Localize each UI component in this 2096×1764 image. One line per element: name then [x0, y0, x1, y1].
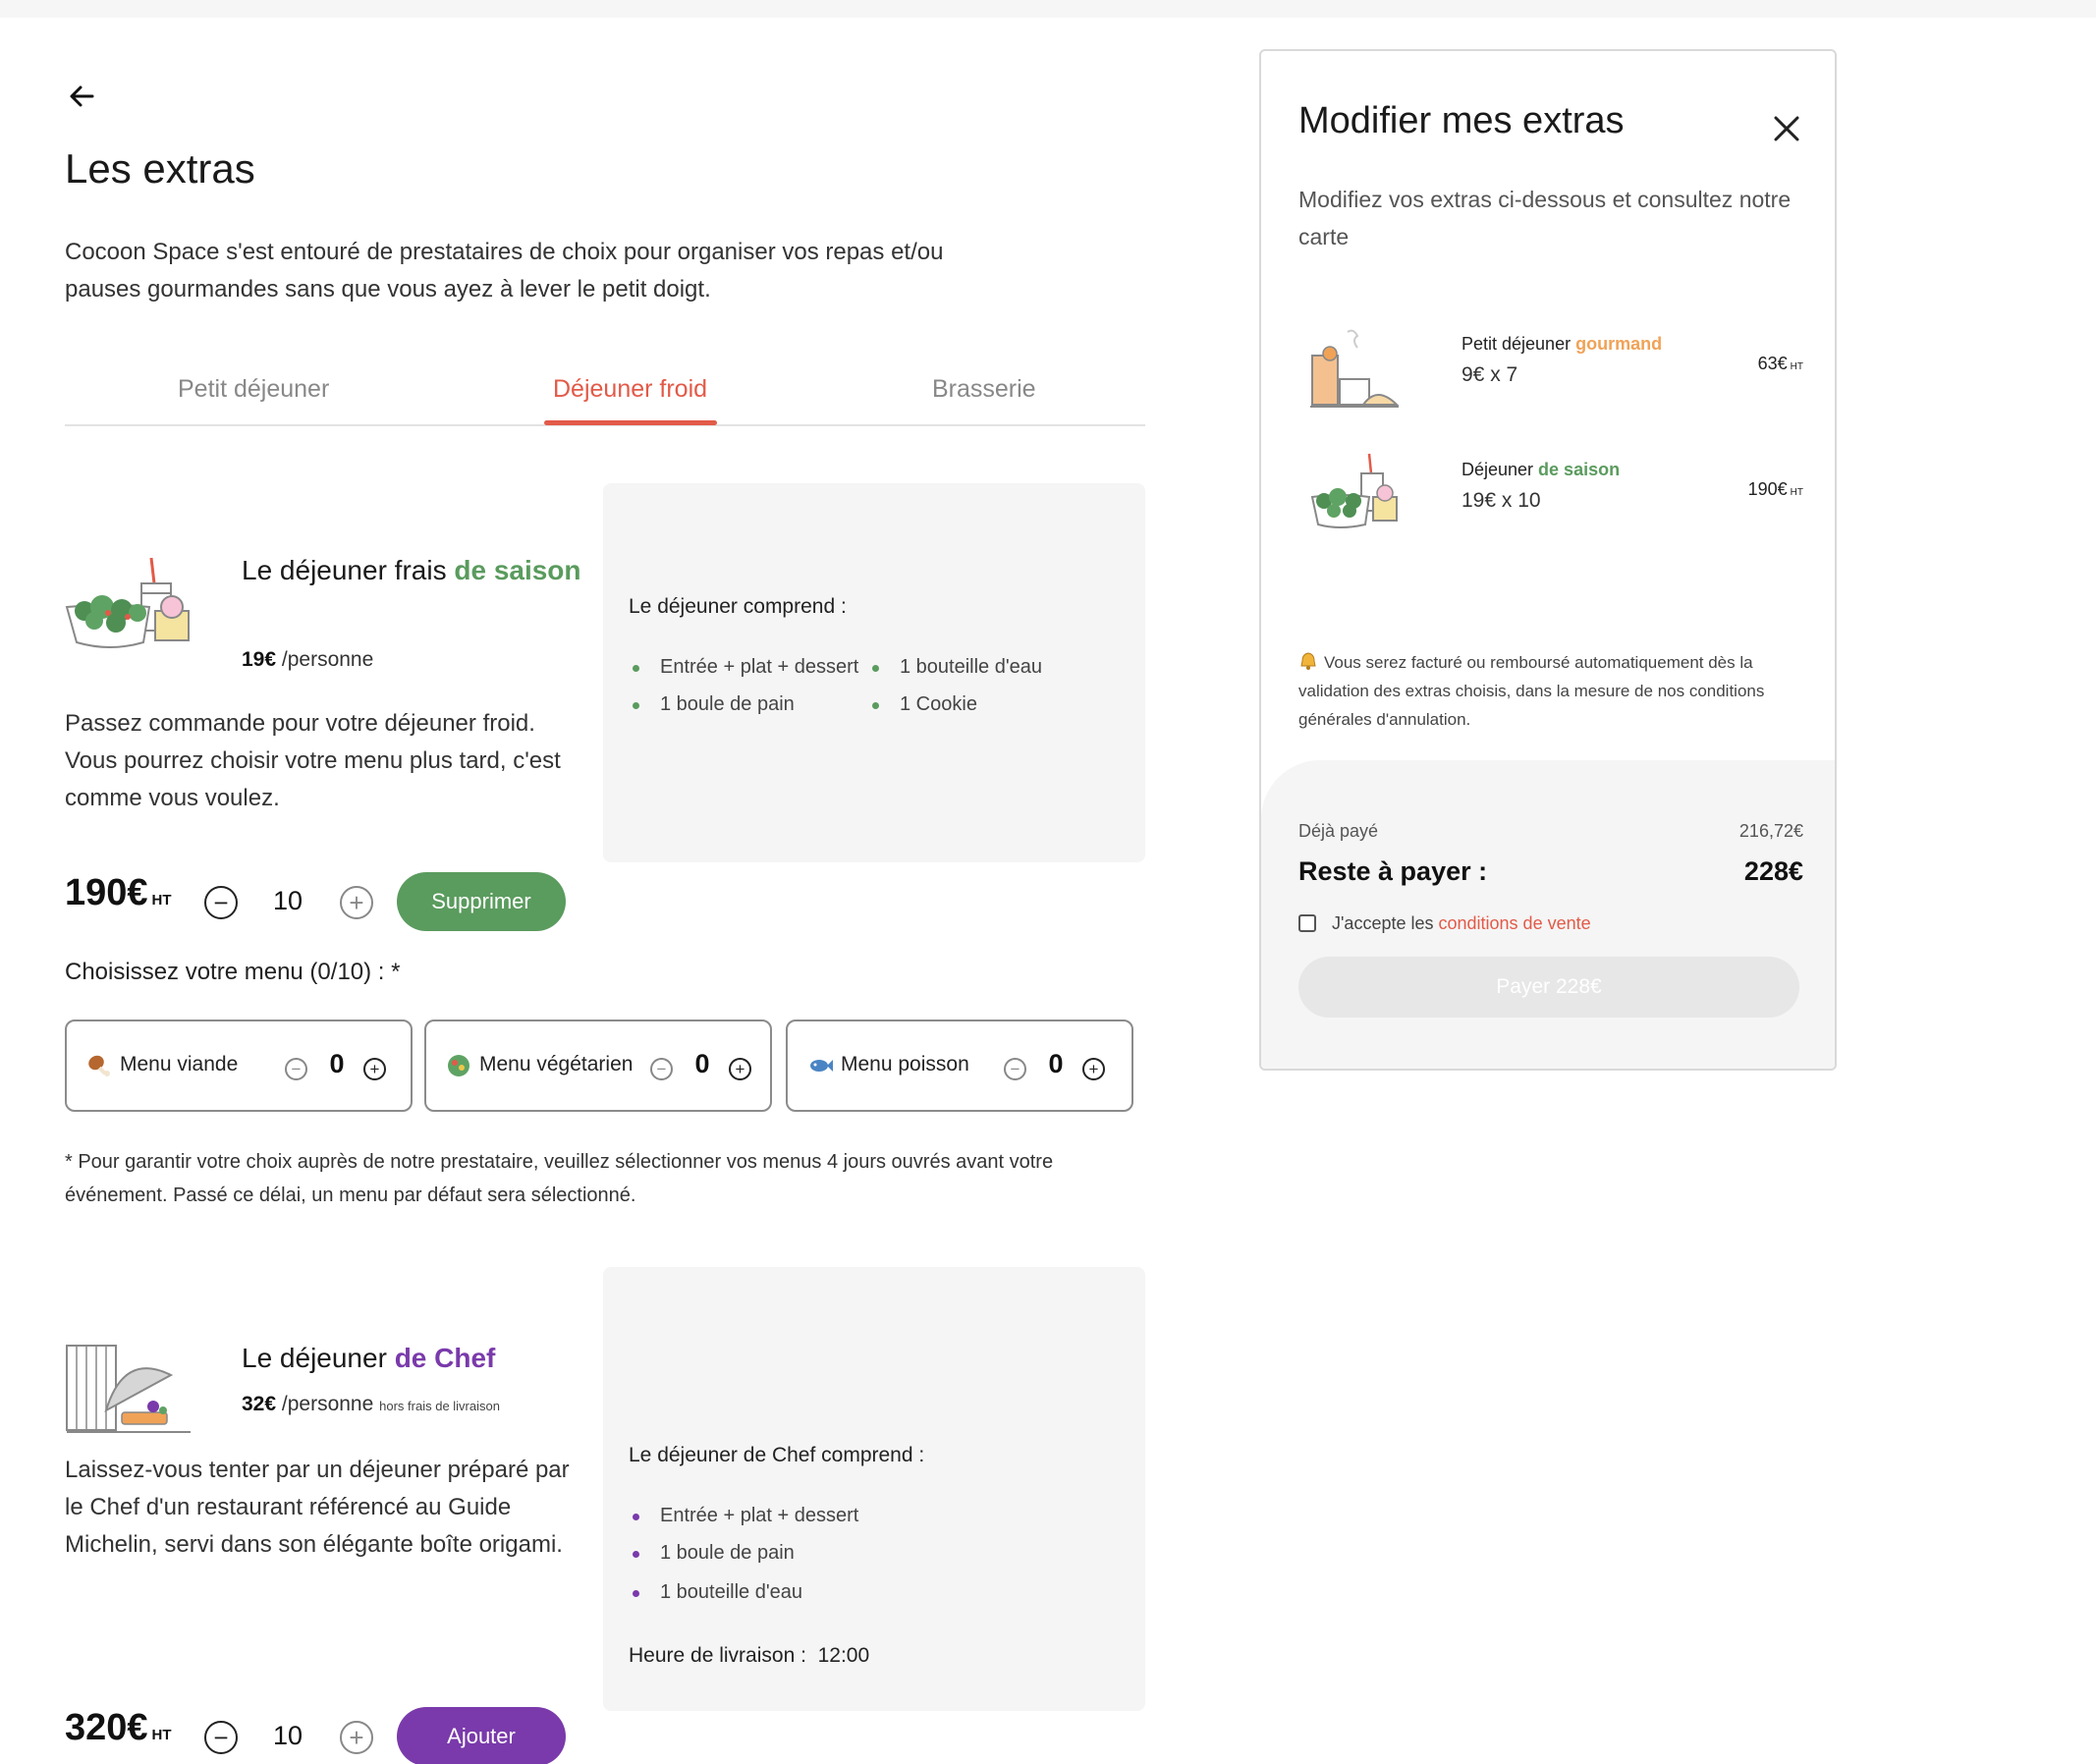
cart-item-quantity: 19€ x 10: [1462, 489, 1541, 512]
includes-list: Entrée + plat + dessert 1 boule de pain …: [629, 1505, 1120, 1623]
menu-option-label: Menu poisson: [841, 1053, 969, 1075]
quantity-row: 320€ HT − 10 + Ajouter: [65, 1703, 595, 1764]
total-price: 190€ HT: [65, 872, 172, 913]
panel-title: Modifier mes extras: [1298, 100, 1625, 141]
fish-icon: [810, 1060, 833, 1072]
product-unit-price: 19€ /personne: [242, 648, 374, 671]
includes-title: Le déjeuner de Chef comprend :: [629, 1444, 925, 1466]
increase-menu-button[interactable]: +: [1082, 1058, 1105, 1080]
product-unit-price: 32€ /personne hors frais de livraison: [242, 1393, 500, 1415]
category-tabs: Petit déjeuner Déjeuner froid Brasserie: [65, 363, 1145, 426]
breakfast-thumbnail: [1310, 329, 1400, 408]
list-item: 1 bouteille d'eau: [868, 656, 1042, 679]
list-item: 1 Cookie: [868, 693, 977, 716]
list-item: Entrée + plat + dessert: [629, 656, 858, 679]
salad-thumbnail: [1310, 453, 1398, 528]
cart-item-name: Déjeuner de saison: [1462, 460, 1621, 479]
already-paid-row: Déjà payé 216,72€: [1298, 821, 1803, 841]
accept-terms-checkbox[interactable]: [1298, 914, 1316, 932]
panel-subtitle: Modifiez vos extras ci-dessous et consul…: [1298, 187, 1792, 249]
decrease-menu-button[interactable]: −: [285, 1058, 307, 1080]
cart-item-petit-dejeuner: Petit déjeuner gourmand 9€ x 7 63€ HT: [1298, 318, 1803, 416]
product-card-chef: Le déjeuner de Chef 32€ /personne hors f…: [65, 1263, 595, 1764]
add-button[interactable]: Ajouter: [397, 1707, 566, 1764]
quantity-value: 10: [272, 886, 303, 915]
list-item: 1 boule de pain: [629, 1542, 795, 1565]
accept-terms: J'accepte les conditions de vente: [1298, 913, 1591, 934]
chef-cloche-illustration: [66, 1345, 191, 1433]
payment-section: Déjà payé 216,72€ Reste à payer :228€ J'a…: [1261, 760, 1835, 1069]
product-title: Le déjeuner frais de saison: [242, 555, 581, 585]
decrease-quantity-button[interactable]: −: [204, 886, 238, 919]
modify-extras-panel: Modifier mes extras Modifiez vos extras …: [1259, 49, 1837, 1071]
cart-item-price: 63€ HT: [1757, 354, 1803, 373]
chef-includes-box: Le déjeuner de Chef comprend : Entrée + …: [603, 1267, 1145, 1711]
menu-option-poisson: Menu poisson − 0 +: [786, 1020, 1133, 1112]
menu-count: 0: [1048, 1049, 1064, 1078]
close-icon[interactable]: [1770, 112, 1803, 145]
remove-button[interactable]: Supprimer: [397, 872, 566, 931]
includes-title: Le déjeuner comprend :: [629, 595, 847, 618]
menu-choice-label: Choisissez votre menu (0/10) : *: [65, 959, 401, 985]
delivery-time: Heure de livraison : 12:00: [629, 1644, 870, 1667]
back-arrow-icon[interactable]: [65, 79, 100, 114]
pay-button[interactable]: Payer 228€: [1298, 957, 1799, 1018]
menu-option-label: Menu végétarien: [479, 1053, 634, 1075]
cart-item-price: 190€ HT: [1747, 479, 1803, 499]
product-description: Laissez-vous tenter par un déjeuner prép…: [65, 1457, 570, 1558]
decrease-menu-button[interactable]: −: [650, 1058, 673, 1080]
bell-icon: [1300, 652, 1316, 670]
remaining-row: Reste à payer :228€: [1298, 856, 1803, 886]
billing-notice: Vous serez facturé ou remboursé automati…: [1298, 652, 1765, 729]
increase-menu-button[interactable]: +: [363, 1058, 386, 1080]
increase-menu-button[interactable]: +: [729, 1058, 751, 1080]
includes-box: Le déjeuner comprend : Entrée + plat + d…: [603, 483, 1145, 862]
salad-icon: [448, 1055, 469, 1076]
menu-option-viande: Menu viande − 0 +: [65, 1020, 413, 1112]
product-card-frais: Le déjeuner frais de saison 19€ /personn…: [65, 475, 595, 947]
cart-item-dejeuner-saison: Déjeuner de saison 19€ x 10 190€ HT: [1298, 444, 1803, 542]
tab-dejeuner-froid[interactable]: Déjeuner froid: [553, 375, 707, 404]
increase-quantity-button[interactable]: +: [340, 1721, 373, 1754]
includes-list: Entrée + plat + dessert 1 bouteille d'ea…: [629, 656, 1120, 735]
list-item: Entrée + plat + dessert: [629, 1505, 858, 1527]
product-description: Passez commande pour votre déjeuner froi…: [65, 710, 561, 811]
total-price: 320€ HT: [65, 1707, 172, 1748]
tab-petit-dejeuner[interactable]: Petit déjeuner: [178, 375, 329, 404]
menu-option-vegetarien: Menu végétarien − 0 +: [424, 1020, 772, 1112]
top-bar: [0, 0, 2096, 18]
drumstick-icon: [88, 1055, 110, 1076]
menu-option-label: Menu viande: [120, 1053, 239, 1075]
menu-footnote: * Pour garantir votre choix auprès de no…: [65, 1151, 1054, 1206]
quantity-value: 10: [272, 1721, 303, 1750]
active-tab-indicator: [544, 420, 717, 425]
decrease-menu-button[interactable]: −: [1004, 1058, 1026, 1080]
product-title: Le déjeuner de Chef: [242, 1343, 496, 1373]
cart-item-quantity: 9€ x 7: [1462, 363, 1518, 386]
page-intro: Cocoon Space s'est entouré de prestatair…: [65, 239, 944, 303]
page-title: Les extras: [65, 145, 255, 192]
tab-brasserie[interactable]: Brasserie: [932, 375, 1036, 404]
menu-count: 0: [329, 1049, 345, 1078]
salad-illustration: [65, 557, 190, 648]
cart-item-name: Petit déjeuner gourmand: [1462, 334, 1663, 354]
decrease-quantity-button[interactable]: −: [204, 1721, 238, 1754]
list-item: 1 bouteille d'eau: [629, 1581, 802, 1604]
list-item: 1 boule de pain: [629, 693, 795, 716]
terms-link[interactable]: conditions de vente: [1439, 913, 1591, 933]
menu-count: 0: [694, 1049, 710, 1078]
increase-quantity-button[interactable]: +: [340, 886, 373, 919]
quantity-row: 190€ HT − 10 + Supprimer: [65, 868, 595, 931]
